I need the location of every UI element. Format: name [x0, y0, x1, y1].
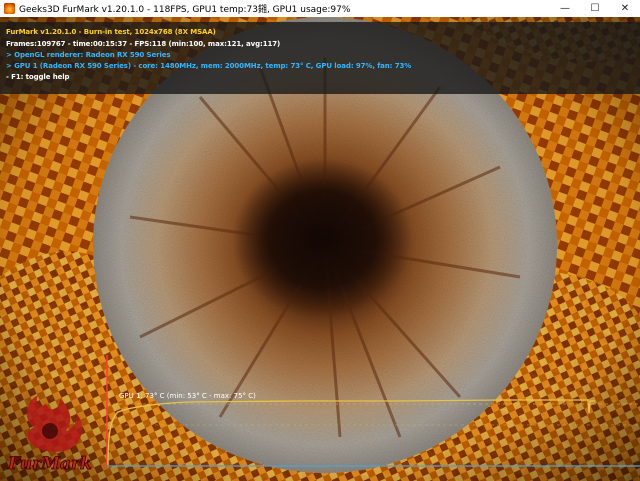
furmark-logo-text: FurMark	[7, 454, 92, 474]
furmark-window: Geeks3D FurMark v1.20.1.0 - 118FPS, GPU1…	[0, 0, 640, 481]
minimize-button[interactable]: —	[550, 0, 580, 17]
maximize-button[interactable]: ☐	[580, 0, 610, 17]
temp-graph-line	[107, 399, 595, 466]
title-bar[interactable]: Geeks3D FurMark v1.20.1.0 - 118FPS, GPU1…	[0, 0, 640, 17]
window-controls: — ☐ ✕	[550, 0, 640, 17]
furmark-app-icon	[4, 3, 15, 14]
close-button[interactable]: ✕	[610, 0, 640, 17]
temp-graph-label: GPU 1: 73° C (min: 53° C - max: 75° C)	[119, 392, 256, 400]
furmark-logo: FurMark	[7, 395, 92, 474]
render-viewport[interactable]: FurMark v1.20.1.0 - Burn-in test, 1024x7…	[0, 17, 640, 481]
window-title: Geeks3D FurMark v1.20.1.0 - 118FPS, GPU1…	[19, 5, 351, 15]
